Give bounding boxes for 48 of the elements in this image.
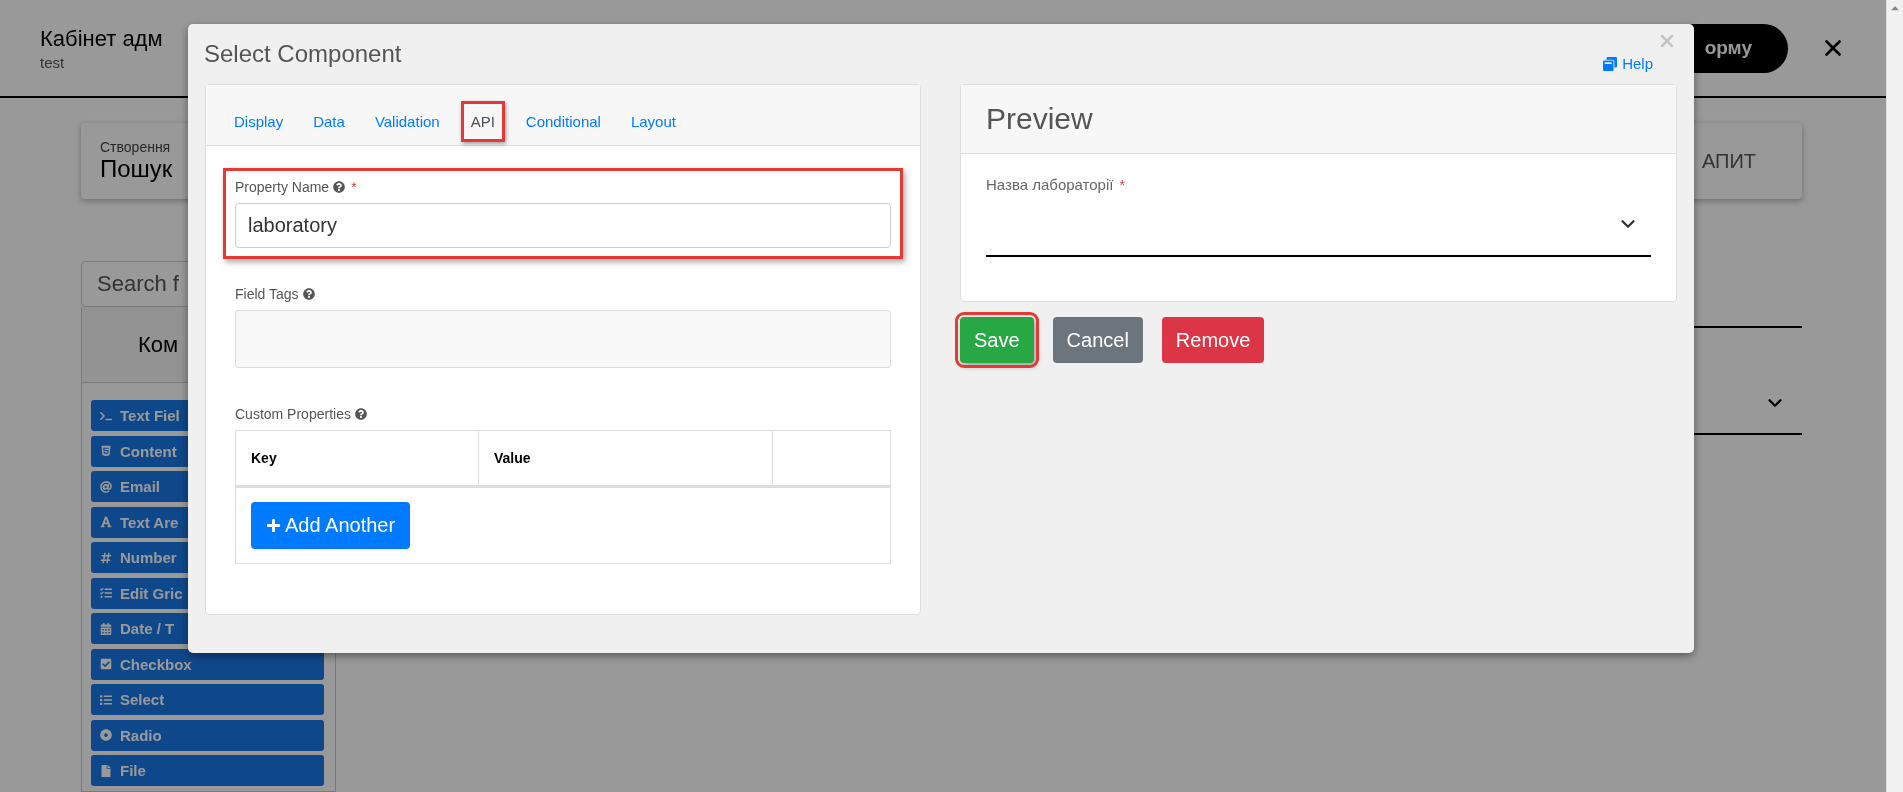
column-header: Value — [479, 431, 773, 485]
field-label: Property Name — [235, 179, 330, 195]
component-button[interactable]: Select — [91, 684, 324, 715]
tab[interactable]: Data — [298, 101, 360, 142]
tab[interactable]: API — [460, 101, 505, 142]
help-icon — [354, 408, 367, 420]
tab[interactable]: Display — [219, 101, 299, 142]
property-name-field[interactable]: laboratory — [235, 203, 891, 248]
field-label: Field Tags — [235, 286, 299, 302]
calendar-icon — [100, 622, 112, 635]
hash-icon — [100, 551, 112, 564]
field-label: Custom Properties — [235, 406, 351, 422]
help-icon — [333, 181, 346, 193]
card-caption: Створення — [100, 139, 171, 155]
tab[interactable]: Conditional — [510, 101, 616, 142]
scrollbar[interactable] — [1886, 0, 1903, 792]
html-shield-icon — [100, 445, 112, 457]
help-icon — [302, 288, 315, 300]
modal-title: Select Component — [204, 40, 402, 68]
terminal-icon — [100, 409, 112, 422]
column-header: Key — [236, 431, 479, 485]
at-sign-icon — [100, 480, 112, 493]
page-title: Кабінет адм — [40, 25, 163, 52]
radio-icon — [100, 729, 112, 741]
request-button[interactable]: АПИТ — [1701, 149, 1756, 173]
letter-a-icon — [100, 516, 112, 528]
required-mark: * — [351, 179, 357, 195]
tags-field[interactable] — [235, 310, 891, 368]
tab[interactable]: Validation — [359, 101, 455, 142]
card-title: Пошук — [100, 155, 173, 183]
list-icon — [100, 693, 112, 706]
component-button[interactable]: Radio — [91, 719, 324, 751]
help-link[interactable]: Help — [1603, 55, 1653, 72]
field-label: Назва лабораторії — [986, 176, 1114, 193]
add-another-button[interactable]: Add Another — [251, 502, 411, 549]
required-mark: * — [1119, 176, 1125, 193]
preview-title: Preview — [986, 102, 1093, 136]
cancel-button[interactable]: Cancel — [1052, 317, 1143, 363]
tab[interactable]: Layout — [615, 101, 691, 142]
remove-button[interactable]: Remove — [1161, 317, 1265, 363]
panel-title: Ком — [138, 331, 179, 358]
list-icon — [100, 587, 112, 599]
file-icon — [100, 764, 112, 777]
checkbox-icon — [100, 658, 112, 670]
component-button[interactable]: File — [91, 755, 324, 786]
windows-icon — [1603, 56, 1618, 71]
page-subtitle: test — [40, 53, 65, 71]
plus-icon — [266, 518, 281, 533]
